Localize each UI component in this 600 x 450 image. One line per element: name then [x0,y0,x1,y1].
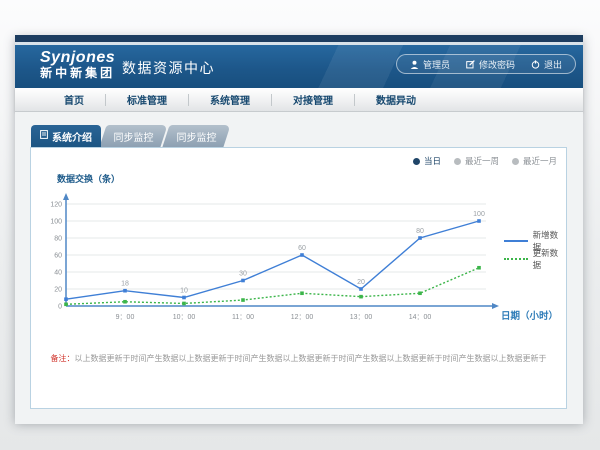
svg-text:30: 30 [239,271,247,278]
line-chart: 0 20 40 60 80 100 120 9：00 10：00 11：00 12：00 13：00 1… [46,193,566,328]
nav-item-home[interactable]: 首页 [43,92,105,107]
desktop-background: Synjones 新中新集团 数据资源中心 管理员 修改密码 [0,0,600,450]
logout-icon [531,60,540,69]
footnote-text: 以上数据更新于时间产生数据以上数据更新于时间产生数据以上数据更新于时间产生数据以… [75,354,547,363]
x-axis-title: 日期（小时） [501,308,558,322]
chart-legend: 新增数据 更新数据 [504,232,566,268]
legend-label: 更新数据 [533,247,566,271]
nav-item-interface-mgmt[interactable]: 对接管理 [272,92,354,107]
svg-text:10: 10 [180,288,188,295]
nav-item-standard-mgmt[interactable]: 标准管理 [106,92,188,107]
tab-sync-monitor-1[interactable]: 同步监控 [103,125,164,147]
footnote: 备注：以上数据更新于时间产生数据以上数据更新于时间产生数据以上数据更新于时间产生… [31,353,566,364]
svg-text:60: 60 [298,245,306,252]
legend-item-updated-data: 更新数据 [504,250,566,268]
svg-text:13：00: 13：00 [350,314,373,321]
svg-text:20: 20 [54,287,62,294]
svg-text:40: 40 [54,270,62,277]
svg-text:11：00: 11：00 [232,314,254,321]
nav-item-data-change[interactable]: 数据异动 [355,92,437,107]
main-nav: 首页 标准管理 系统管理 对接管理 数据异动 [15,88,583,112]
svg-text:0: 0 [58,304,62,311]
user-icon [410,60,419,69]
page-title: 数据资源中心 [122,58,215,78]
radio-label: 最近一月 [523,155,557,167]
radio-last-month[interactable]: 最近一月 [512,155,557,167]
svg-text:18: 18 [121,281,129,288]
radio-dot-icon [512,158,519,165]
svg-text:80: 80 [54,236,62,243]
svg-text:14：00: 14：00 [409,314,432,321]
svg-text:20: 20 [357,279,365,286]
logout-button[interactable]: 退出 [531,58,562,71]
svg-text:60: 60 [54,253,62,260]
chart-panel: 当日 最近一周 最近一月 数据交换（条） 0 20 40 60 80 100 120 9：00… [30,147,567,409]
radio-last-week[interactable]: 最近一周 [454,155,499,167]
blue-line-sample-icon [504,240,528,242]
document-icon [40,130,48,142]
edit-icon [466,60,475,69]
radio-label: 最近一周 [465,155,499,167]
content-area: 系统介绍 同步监控 同步监控 当日 最近一周 [15,112,583,424]
user-menu-button[interactable]: 管理员 [410,58,450,71]
svg-text:80: 80 [416,228,424,235]
brand-logo: Synjones 新中新集团 [40,49,115,80]
footnote-prefix: 备注： [51,354,75,363]
brand-subtitle: 新中新集团 [40,66,115,80]
green-dotted-sample-icon [504,258,528,260]
change-password-button[interactable]: 修改密码 [466,58,515,71]
svg-text:120: 120 [50,202,62,209]
tab-label: 同步监控 [177,129,217,144]
tab-sync-monitor-2[interactable]: 同步监控 [166,125,227,147]
range-filters: 当日 最近一周 最近一月 [413,155,557,167]
tab-label: 系统介绍 [52,129,92,144]
svg-text:10：00: 10：00 [173,314,196,321]
app-header: Synjones 新中新集团 数据资源中心 管理员 修改密码 [15,45,583,88]
radio-dot-icon [413,158,420,165]
svg-text:9：00: 9：00 [116,314,135,321]
user-menu-label: 管理员 [423,58,450,71]
app-window: Synjones 新中新集团 数据资源中心 管理员 修改密码 [15,35,583,421]
change-password-label: 修改密码 [479,58,515,71]
nav-item-system-mgmt[interactable]: 系统管理 [189,92,271,107]
tab-bar: 系统介绍 同步监控 同步监控 [31,125,227,147]
svg-text:12：00: 12：00 [291,314,314,321]
brand-name: Synjones [40,49,115,66]
y-axis-title: 数据交换（条） [57,172,120,185]
tab-label: 同步监控 [114,129,154,144]
radio-label: 当日 [424,155,441,167]
svg-text:100: 100 [50,219,62,226]
user-actions-bar: 管理员 修改密码 退出 [396,54,576,74]
radio-dot-icon [454,158,461,165]
tab-system-intro[interactable]: 系统介绍 [31,125,101,147]
svg-text:100: 100 [473,211,485,218]
window-top-accent [15,35,583,42]
radio-today[interactable]: 当日 [413,155,441,167]
logout-label: 退出 [544,58,562,71]
